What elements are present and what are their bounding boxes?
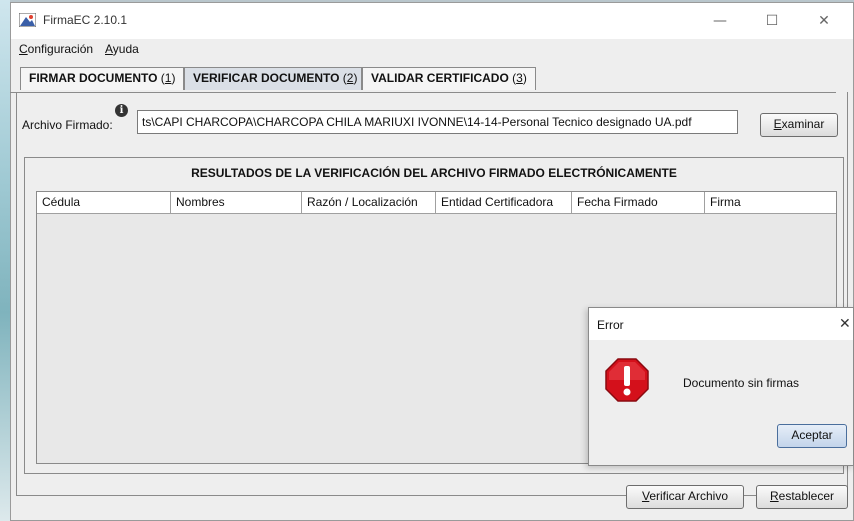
column-firma[interactable]: Firma	[705, 192, 838, 213]
tab-firmar[interactable]: FIRMAR DOCUMENTO (1)	[20, 67, 184, 90]
dialog-close-icon[interactable]: ✕	[839, 316, 853, 332]
window-title: FirmaEC 2.10.1	[43, 13, 128, 27]
tab-validar-shortcut: 3	[516, 71, 523, 85]
dialog-title: Error	[597, 318, 624, 332]
tab-validar-label: VALIDAR CERTIFICADO	[371, 71, 509, 85]
app-logo-icon	[19, 13, 36, 27]
verificar-label: erificar Archivo	[649, 489, 729, 503]
column-nombres[interactable]: Nombres	[171, 192, 302, 213]
examinar-mnemonic: E	[773, 117, 782, 131]
column-entidad-certificadora[interactable]: Entidad Certificadora	[436, 192, 572, 213]
tab-validar[interactable]: VALIDAR CERTIFICADO (3)	[362, 67, 536, 90]
results-title: RESULTADOS DE LA VERIFICACIÓN DEL ARCHIV…	[191, 166, 677, 180]
tab-firmar-label: FIRMAR DOCUMENTO	[29, 71, 158, 85]
archivo-firmado-field[interactable]: ts\CAPI CHARCOPA\CHARCOPA CHILA MARIUXI …	[137, 110, 738, 134]
aceptar-button[interactable]: Aceptar	[777, 424, 847, 448]
title-bar: FirmaEC 2.10.1 — ☐ ✕	[11, 3, 853, 39]
tab-verificar[interactable]: VERIFICAR DOCUMENTO (2)	[184, 67, 362, 90]
tab-firmar-shortcut: 1	[164, 71, 172, 85]
column-fecha-firmado[interactable]: Fecha Firmado	[572, 192, 705, 213]
table-header: Cédula Nombres Razón / Localización Enti…	[37, 192, 836, 214]
menu-ayuda[interactable]: Ayuda	[105, 42, 139, 56]
menu-configuracion-mnemonic: C	[19, 42, 28, 56]
column-razon-localizacion[interactable]: Razón / Localización	[302, 192, 436, 213]
examinar-label: xaminar	[781, 117, 825, 131]
restablecer-mnemonic: R	[769, 489, 779, 503]
desktop-background	[0, 0, 10, 521]
verificar-archivo-button[interactable]: Verificar Archivo	[626, 485, 744, 509]
close-icon[interactable]: ✕	[801, 6, 847, 36]
menu-ayuda-label: yuda	[112, 42, 139, 56]
dialog-message: Documento sin firmas	[683, 376, 800, 390]
examinar-button[interactable]: Examinar	[760, 113, 838, 137]
menu-bar: Configuración Ayuda	[11, 39, 853, 61]
tab-verificar-label: VERIFICAR DOCUMENTO	[193, 71, 340, 85]
minimize-icon[interactable]: —	[697, 6, 743, 36]
error-stop-icon	[605, 358, 649, 402]
menu-ayuda-mnemonic: A	[105, 42, 113, 56]
column-cedula[interactable]: Cédula	[37, 192, 171, 213]
error-dialog: Error ✕ Documento sin firmas Aceptar	[588, 307, 854, 466]
restablecer-button[interactable]: Restablecer	[756, 485, 848, 509]
menu-configuracion-label: onfiguración	[27, 42, 94, 56]
menu-configuracion[interactable]: Configuración	[19, 42, 93, 56]
info-icon[interactable]: i	[115, 104, 128, 117]
archivo-firmado-label: Archivo Firmado:	[22, 118, 113, 132]
restablecer-label: establecer	[778, 489, 835, 503]
tab-verificar-shortcut: 2	[346, 71, 354, 85]
dialog-title-bar: Error ✕	[589, 308, 853, 340]
maximize-icon[interactable]: ☐	[749, 6, 795, 36]
